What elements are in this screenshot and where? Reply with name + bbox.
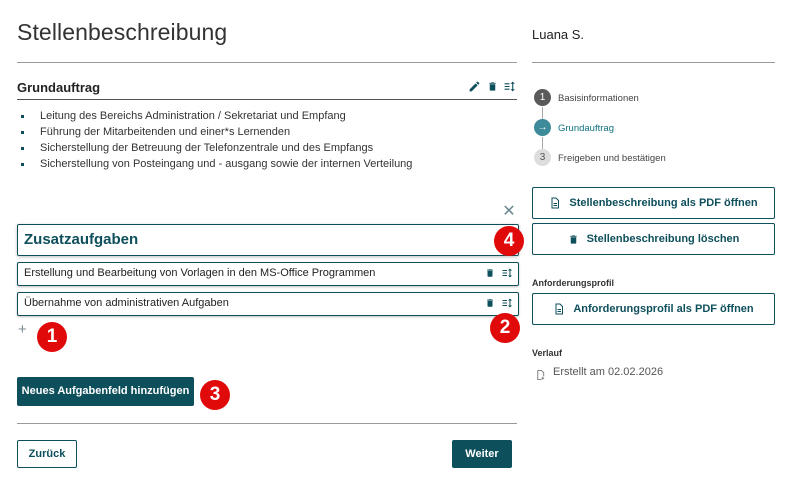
verlauf-label: Verlauf <box>532 348 563 358</box>
zusatzaufgaben-title-field[interactable]: Zusatzaufgaben <box>17 224 519 256</box>
reorder-icon[interactable] <box>503 79 517 93</box>
annotation-badge-2: 2 <box>490 313 520 343</box>
grundauftrag-tools <box>467 79 517 93</box>
step-3-label[interactable]: Freigeben und bestätigen <box>558 153 666 164</box>
annotation-badge-3: 3 <box>200 380 230 410</box>
list-item: Sicherstellung von Posteingang und - aus… <box>20 156 412 172</box>
task-text: Erstellung und Bearbeitung von Vorlagen … <box>24 267 376 279</box>
task-row[interactable]: Erstellung und Bearbeitung von Vorlagen … <box>17 262 519 286</box>
open-pdf-button[interactable]: Stellenbeschreibung als PDF öffnen <box>532 187 775 219</box>
step-connector <box>542 137 543 149</box>
grundauftrag-list: Leitung des Bereichs Administration / Se… <box>20 108 412 172</box>
task-text: Übernahme von administrativen Aufgaben <box>24 297 229 309</box>
page-title: Stellenbeschreibung <box>17 19 228 45</box>
trash-icon[interactable] <box>483 296 497 310</box>
edit-icon[interactable] <box>467 79 481 93</box>
anforderungsprofil-pdf-label: Anforderungsprofil als PDF öffnen <box>573 303 754 315</box>
divider <box>532 62 775 63</box>
verlauf-entry: Erstellt am 02.02.2026 <box>553 366 664 378</box>
user-name: Luana S. <box>532 27 585 42</box>
reorder-icon[interactable] <box>500 296 514 310</box>
history-icon <box>535 368 546 386</box>
trash-icon[interactable] <box>483 266 497 280</box>
add-field-button[interactable]: Neues Aufgabenfeld hinzufügen <box>17 377 194 406</box>
next-button[interactable]: Weiter <box>452 440 512 468</box>
step-1-label[interactable]: Basisinformationen <box>558 93 639 104</box>
trash-icon[interactable] <box>485 79 499 93</box>
close-icon[interactable]: ✕ <box>502 204 516 220</box>
step-2-label[interactable]: Grundauftrag <box>558 123 614 134</box>
step-1-circle: 1 <box>534 89 551 106</box>
step-3-circle: 3 <box>534 149 551 166</box>
trash-icon <box>569 234 577 244</box>
document-icon <box>551 197 560 209</box>
back-button[interactable]: Zurück <box>17 440 77 468</box>
add-task-icon[interactable]: + <box>18 322 27 337</box>
divider <box>17 99 517 100</box>
step-2-circle: → <box>534 119 551 136</box>
anforderungsprofil-label: Anforderungsprofil <box>532 278 614 288</box>
delete-button[interactable]: Stellenbeschreibung löschen <box>532 223 775 255</box>
list-item: Leitung des Bereichs Administration / Se… <box>20 108 412 124</box>
annotation-badge-1: 1 <box>37 322 67 352</box>
step-connector <box>542 107 543 119</box>
annotation-badge-4: 4 <box>494 226 524 256</box>
task-row[interactable]: Übernahme von administrativen Aufgaben <box>17 292 519 316</box>
anforderungsprofil-pdf-button[interactable]: Anforderungsprofil als PDF öffnen <box>532 293 775 325</box>
list-item: Sicherstellung der Betreuung der Telefon… <box>20 140 412 156</box>
list-item: Führung der Mitarbeitenden und einer*s L… <box>20 124 412 140</box>
divider <box>17 423 517 424</box>
document-icon <box>555 303 564 315</box>
reorder-icon[interactable] <box>500 266 514 280</box>
section-title-grundauftrag: Grundauftrag <box>17 80 101 95</box>
open-pdf-label: Stellenbeschreibung als PDF öffnen <box>569 197 758 209</box>
divider <box>17 62 517 63</box>
delete-label: Stellenbeschreibung löschen <box>586 233 740 245</box>
